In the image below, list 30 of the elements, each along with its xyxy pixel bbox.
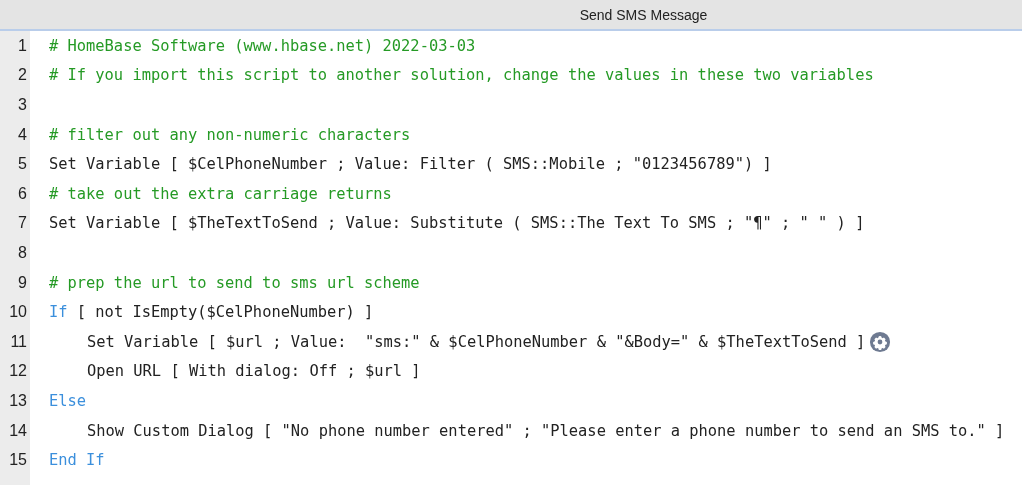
line-number: 2 bbox=[0, 60, 30, 91]
window-title: Send SMS Message bbox=[579, 6, 708, 23]
script-step: Set Variable [ $CelPhoneNumber ; Value: Filter ( SMS::Mobile ; "0123456789") ] bbox=[49, 155, 772, 174]
script-step: Open URL [ With dialog: Off ; $url ] bbox=[87, 362, 421, 381]
line-number: 6 bbox=[0, 178, 30, 209]
control-keyword: End If bbox=[49, 451, 105, 470]
line-number: 13 bbox=[0, 386, 30, 416]
line-number: 10 bbox=[0, 297, 30, 327]
script-step: If [ not IsEmpty($CelPhoneNumber) ] bbox=[49, 303, 374, 322]
comment-text: # prep the url to send to sms url scheme bbox=[49, 273, 420, 292]
control-keyword: Else bbox=[49, 391, 87, 410]
comment-text: # take out the extra carriage returns bbox=[49, 184, 392, 203]
line-number: 14 bbox=[0, 415, 30, 446]
line-number: 4 bbox=[0, 119, 30, 150]
line-number: 11 bbox=[0, 326, 30, 357]
gear-icon[interactable] bbox=[869, 330, 892, 353]
line-number: 3 bbox=[0, 90, 30, 120]
line-number: 7 bbox=[0, 208, 30, 239]
line-number: 5 bbox=[0, 149, 30, 179]
script-step: Set Variable [ $url ; Value: "sms:" & $CelPhoneNumber & "&Body=" & $TheTextToSend ] bbox=[87, 332, 866, 351]
comment-text: # HomeBase Software (www.hbase.net) 2022-03-03 bbox=[49, 36, 476, 55]
line-number: 1 bbox=[0, 31, 30, 61]
line-number: 9 bbox=[0, 267, 30, 298]
line-number: 12 bbox=[0, 356, 30, 387]
script-step: Set Variable [ $TheTextToSend ; Value: Substitute ( SMS::The Text To SMS ; "¶" ; " " ) ] bbox=[49, 214, 865, 233]
line-number: 8 bbox=[0, 238, 30, 268]
comment-text: # If you import this script to another solution, change the values in these two variables bbox=[49, 66, 874, 85]
comment-text: # filter out any non-numeric characters bbox=[49, 125, 411, 144]
script-step: Show Custom Dialog [ "No phone number entered" ; "Please enter a phone number to send an SMS to." ] bbox=[87, 421, 1005, 440]
line-number: 15 bbox=[0, 445, 30, 475]
